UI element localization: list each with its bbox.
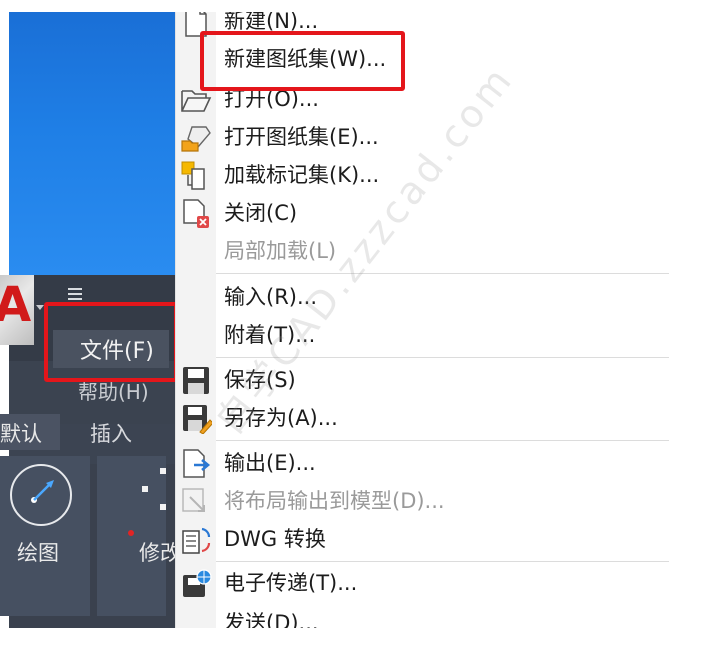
file-dropdown-menu: 新建(N)... 新建图纸集(W)... 打开(O)... 打开图纸集(E)..… bbox=[175, 12, 669, 628]
menu-separator bbox=[216, 440, 669, 441]
export-icon bbox=[183, 449, 211, 478]
menu-item-attach[interactable]: 附着(T)... bbox=[176, 318, 669, 354]
menu-item-save-as[interactable]: 另存为(A)... bbox=[176, 401, 669, 437]
save-icon bbox=[183, 367, 209, 394]
menu-item-close[interactable]: 关闭(C) bbox=[176, 196, 669, 232]
menu-item-partial-load: 局部加载(L) bbox=[224, 239, 337, 263]
open-sheet-set-icon bbox=[181, 126, 211, 152]
desktop-background bbox=[9, 12, 175, 275]
chevron-down-icon[interactable] bbox=[36, 305, 44, 310]
circle-draw-icon bbox=[10, 464, 72, 526]
menu-item-import[interactable]: 输入(R)... bbox=[176, 280, 669, 316]
file-menu-highlight-box bbox=[44, 302, 178, 382]
menu-item-etransmit[interactable]: 电子传递(T)... bbox=[176, 566, 669, 602]
etransmit-icon bbox=[183, 569, 212, 597]
save-as-icon bbox=[183, 405, 212, 434]
menu-item-save[interactable]: 保存(S) bbox=[176, 363, 669, 399]
ribbon-panel-draw-label: 绘图 bbox=[17, 541, 59, 565]
dwg-convert-icon bbox=[182, 527, 211, 554]
modify-marker-icon bbox=[128, 530, 134, 536]
autocad-a-logo-icon: A bbox=[0, 277, 32, 333]
markup-set-icon bbox=[181, 161, 205, 190]
ribbon-tab-insert[interactable]: 插入 bbox=[90, 418, 132, 448]
close-file-icon bbox=[183, 199, 209, 228]
menu-item-load-markup-set[interactable]: 加载标记集(K)... bbox=[176, 158, 669, 194]
menu-separator bbox=[216, 561, 669, 562]
quick-access-menu-icon[interactable] bbox=[68, 288, 82, 303]
layout-to-model-icon bbox=[182, 488, 205, 512]
move-modify-icon bbox=[128, 464, 166, 534]
new-sheet-set-highlight-box bbox=[200, 31, 405, 91]
menu-item-export-layout-to-model: 将布局输出到模型(D)... bbox=[176, 484, 669, 520]
menu-item-export[interactable]: 输出(E)... bbox=[176, 446, 669, 482]
ribbon-tab-default-label: 默认 bbox=[0, 422, 42, 446]
menu-item-dwg-convert[interactable]: DWG 转换 bbox=[176, 522, 669, 558]
menu-separator bbox=[216, 357, 669, 358]
menu-item-send[interactable]: 发送(D)... bbox=[176, 606, 669, 628]
menu-separator bbox=[216, 273, 669, 274]
menu-item-open-sheet-set[interactable]: 打开图纸集(E)... bbox=[176, 120, 669, 156]
app-logo-button[interactable]: A bbox=[0, 275, 34, 345]
